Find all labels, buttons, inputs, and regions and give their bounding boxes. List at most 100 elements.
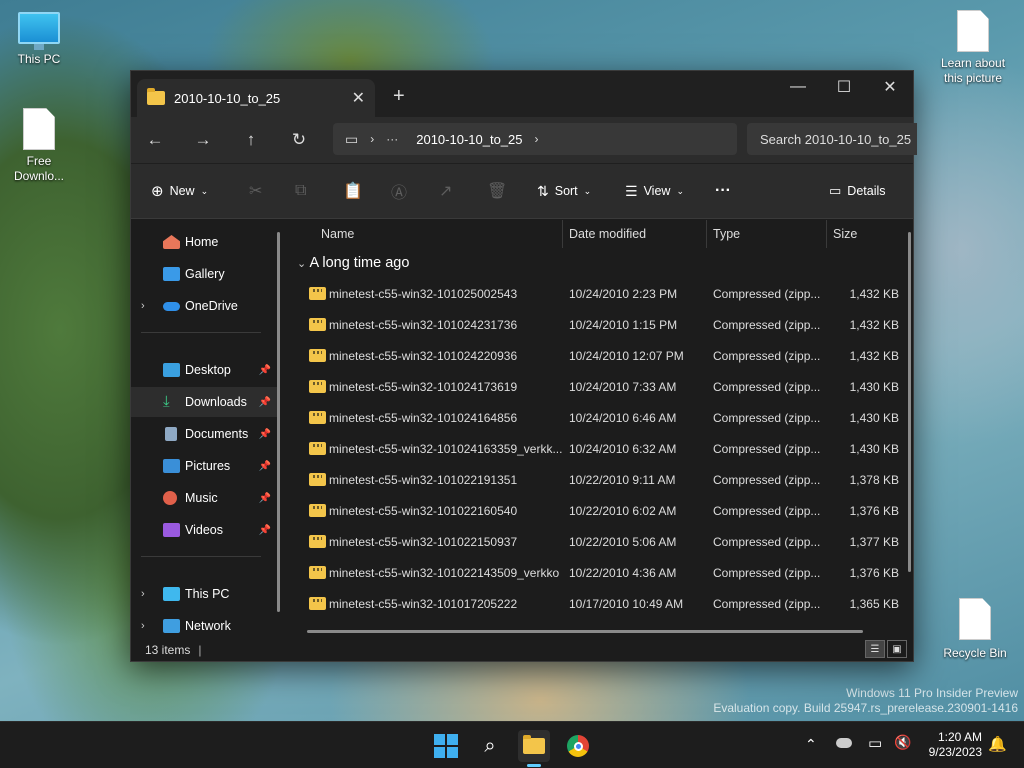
close-tab-icon[interactable]: ✕ xyxy=(352,88,365,108)
file-explorer-taskbar-icon[interactable] xyxy=(518,730,550,762)
paste-icon[interactable]: 📋 xyxy=(343,181,363,201)
chrome-icon[interactable] xyxy=(562,730,594,762)
desktop-icon-recycle-bin[interactable]: Recycle Bin xyxy=(940,598,1010,660)
sidebar-item-downloads[interactable]: ⤓ Downloads 📌 xyxy=(131,387,277,417)
breadcrumb-current[interactable]: 2010-10-10_to_25 xyxy=(416,132,522,147)
table-row[interactable]: minetest-c55-win32-101022143509_verkko 10… xyxy=(289,557,907,588)
new-button[interactable]: ⊕ New ⌄ xyxy=(151,182,208,200)
sidebar-item-music[interactable]: Music 📌 xyxy=(131,483,277,513)
sidebar-item-home[interactable]: Home xyxy=(131,227,277,257)
display-icon[interactable]: ▭ xyxy=(868,734,882,752)
column-header-date[interactable]: Date modified xyxy=(569,227,646,241)
column-divider[interactable] xyxy=(706,220,707,248)
sidebar-item-gallery[interactable]: Gallery xyxy=(131,259,277,289)
breadcrumb-ellipsis[interactable]: ··· xyxy=(386,132,398,146)
table-row[interactable]: minetest-c55-win32-101024220936 10/24/201… xyxy=(289,340,907,371)
address-bar[interactable]: ▭ › ··· 2010-10-10_to_25 › xyxy=(333,123,737,155)
tab-current-folder[interactable]: 2010-10-10_to_25 ✕ xyxy=(137,79,375,117)
search-input[interactable]: Search 2010-10-10_to_25 xyxy=(747,123,917,155)
chevron-right-icon[interactable]: › xyxy=(141,588,145,600)
pc-icon: ▭ xyxy=(345,130,359,147)
close-icon[interactable]: ✕ xyxy=(867,71,913,103)
up-icon[interactable]: ↑ xyxy=(227,130,275,150)
table-row[interactable]: minetest-c55-win32-101024163359_verkk...… xyxy=(289,433,907,464)
column-header-type[interactable]: Type xyxy=(713,227,740,241)
plus-circle-icon: ⊕ xyxy=(151,183,164,200)
table-row[interactable]: minetest-c55-win32-101017205222 10/17/201… xyxy=(289,588,907,619)
zip-folder-icon xyxy=(309,442,326,455)
volume-muted-icon[interactable]: 🔇 xyxy=(894,734,911,751)
share-icon[interactable]: ↗ xyxy=(439,181,452,201)
table-row[interactable]: minetest-c55-win32-101022160540 10/22/201… xyxy=(289,495,907,526)
cut-icon[interactable]: ✂ xyxy=(249,181,262,201)
pin-icon[interactable]: 📌 xyxy=(259,461,271,472)
group-label: A long time ago xyxy=(309,255,410,271)
chevron-right-icon[interactable]: › xyxy=(141,300,145,312)
chevron-right-icon[interactable]: › xyxy=(141,620,145,632)
clock[interactable]: 1:20 AM 9/23/2023 xyxy=(929,730,982,760)
sort-button[interactable]: ⇅ Sort ⌄ xyxy=(537,183,591,200)
table-row[interactable]: minetest-c55-win32-101024231736 10/24/201… xyxy=(289,309,907,340)
large-icons-view-icon[interactable]: ▣ xyxy=(887,640,907,658)
details-view-icon[interactable]: ☰ xyxy=(865,640,885,658)
column-divider[interactable] xyxy=(826,220,827,248)
minimize-icon[interactable]: — xyxy=(775,71,821,103)
column-divider[interactable] xyxy=(562,220,563,248)
table-row[interactable]: minetest-c55-win32-101025002543 10/24/201… xyxy=(289,278,907,309)
zip-folder-icon xyxy=(309,566,326,579)
column-header-size[interactable]: Size xyxy=(833,227,857,241)
file-name: minetest-c55-win32-101022143509_verkko xyxy=(329,566,560,580)
group-header[interactable]: ⌄ A long time ago xyxy=(297,255,409,271)
sidebar-item-network[interactable]: › Network xyxy=(131,611,277,641)
view-button[interactable]: ☰ View ⌄ xyxy=(625,183,684,200)
table-row[interactable]: minetest-c55-win32-101022150937 10/22/201… xyxy=(289,526,907,557)
sidebar-item-label: OneDrive xyxy=(185,299,238,313)
details-button[interactable]: ▭ Details xyxy=(829,183,886,199)
copy-icon[interactable]: ⧉ xyxy=(295,182,306,200)
pin-icon[interactable]: 📌 xyxy=(259,525,271,536)
horizontal-scrollbar[interactable] xyxy=(307,630,863,633)
desktop-icon-this-pc[interactable]: This PC xyxy=(4,12,74,66)
start-icon[interactable] xyxy=(430,730,462,762)
table-row[interactable]: minetest-c55-win32-101022191351 10/22/201… xyxy=(289,464,907,495)
rename-icon[interactable]: Ⓐ xyxy=(391,179,407,203)
notification-bell-icon[interactable]: 🔔 xyxy=(988,735,1007,753)
new-tab-button[interactable]: + xyxy=(393,85,405,108)
sidebar-item-desktop[interactable]: Desktop 📌 xyxy=(131,355,277,385)
chevron-right-icon[interactable]: › xyxy=(370,132,374,146)
pin-icon[interactable]: 📌 xyxy=(259,397,271,408)
desktop-icon-learn-picture[interactable]: Learn about this picture xyxy=(938,10,1008,86)
back-icon[interactable]: ← xyxy=(131,130,179,150)
maximize-icon[interactable]: ☐ xyxy=(821,71,867,103)
column-header-name[interactable]: Name xyxy=(321,227,354,241)
file-type: Compressed (zipp... xyxy=(713,442,821,456)
sort-label: Sort xyxy=(554,184,578,198)
sidebar-item-label: Gallery xyxy=(185,267,225,281)
recycle-bin-icon xyxy=(959,598,991,640)
desktop-icon-free-download[interactable]: Free Downlo... xyxy=(4,108,74,184)
sidebar-item-this-pc[interactable]: › This PC xyxy=(131,579,277,609)
chevron-right-icon[interactable]: › xyxy=(535,132,539,146)
pin-icon[interactable]: 📌 xyxy=(259,365,271,376)
pin-icon[interactable]: 📌 xyxy=(259,429,271,440)
table-row[interactable]: minetest-c55-win32-101024173619 10/24/201… xyxy=(289,371,907,402)
documents-icon xyxy=(165,427,177,441)
more-options-icon[interactable]: ··· xyxy=(715,182,731,200)
pin-icon[interactable]: 📌 xyxy=(259,493,271,504)
delete-icon[interactable]: 🗑 xyxy=(487,181,507,201)
sidebar-item-onedrive[interactable]: › OneDrive xyxy=(131,291,277,321)
forward-icon[interactable]: → xyxy=(179,130,227,150)
refresh-icon[interactable]: ↻ xyxy=(275,130,323,150)
table-row[interactable]: minetest-c55-win32-101024164856 10/24/201… xyxy=(289,402,907,433)
sidebar-item-documents[interactable]: Documents 📌 xyxy=(131,419,277,449)
sidebar-item-pictures[interactable]: Pictures 📌 xyxy=(131,451,277,481)
search-icon[interactable]: ⌕ xyxy=(474,730,506,762)
chevron-up-icon[interactable]: ⌃ xyxy=(805,736,817,753)
sidebar-scrollbar[interactable] xyxy=(277,232,280,612)
desktop-icon-label: Recycle Bin xyxy=(943,646,1007,660)
file-date: 10/24/2010 2:23 PM xyxy=(569,287,678,301)
chevron-down-icon: ⌄ xyxy=(583,185,592,196)
onedrive-tray-icon[interactable] xyxy=(836,738,852,748)
vertical-scrollbar[interactable] xyxy=(908,232,911,572)
sidebar-item-videos[interactable]: Videos 📌 xyxy=(131,515,277,545)
